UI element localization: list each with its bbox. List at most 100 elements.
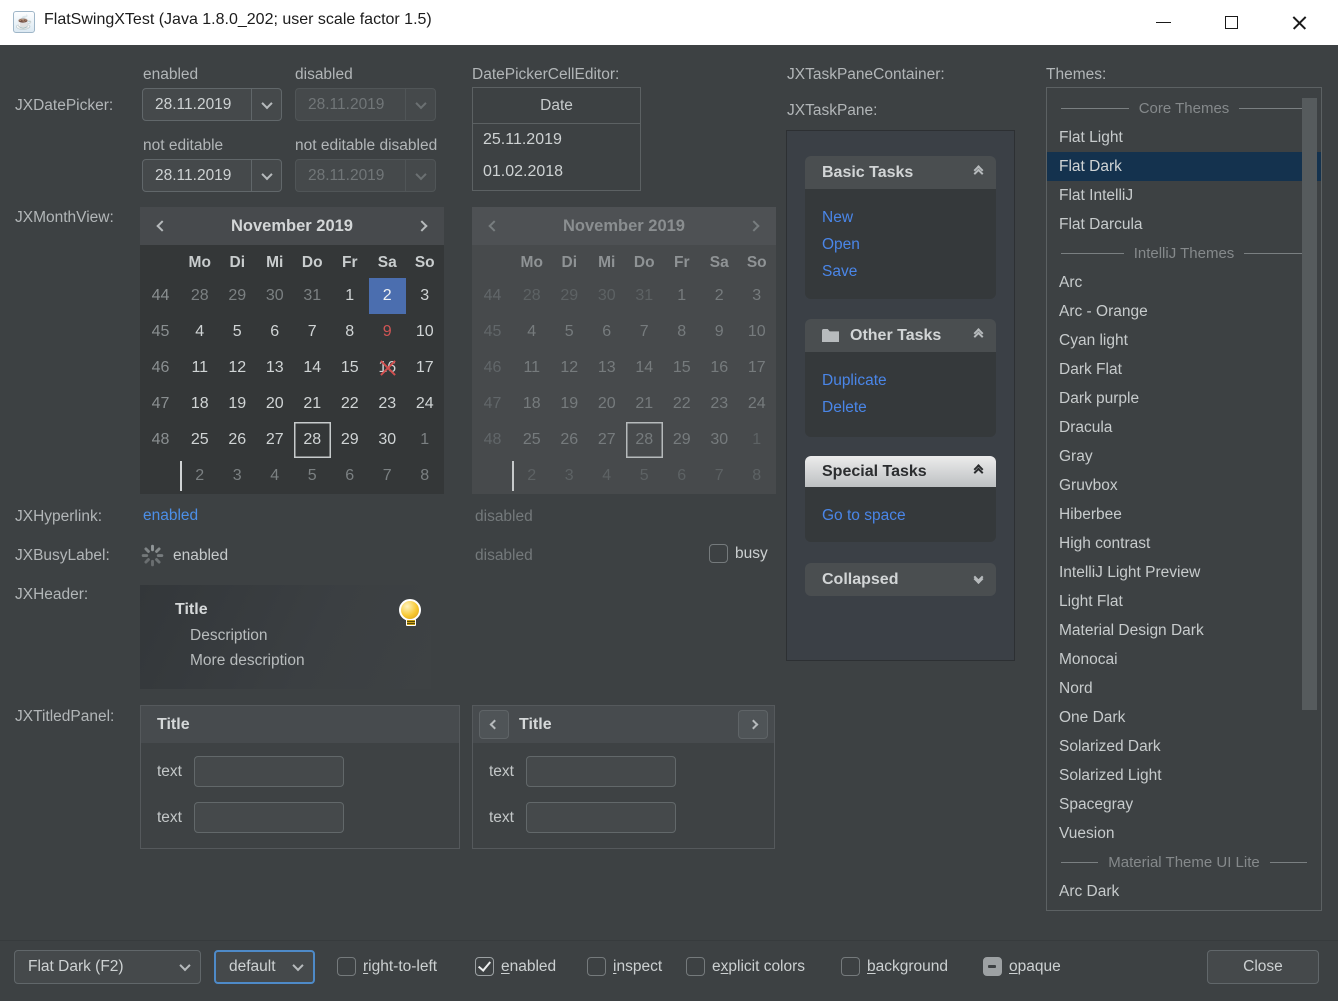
day-cell[interactable]: 28 [181, 278, 219, 314]
theme-list-item[interactable]: Dark Flat [1047, 355, 1321, 384]
day-cell[interactable]: 1 [406, 422, 444, 458]
day-cell[interactable]: 30 [701, 422, 739, 458]
theme-list-item[interactable]: High contrast [1047, 529, 1321, 558]
combobox-arrow-button[interactable] [283, 963, 313, 971]
day-cell[interactable]: 8 [406, 458, 444, 494]
day-cell[interactable]: 27 [588, 422, 626, 458]
panel-prev-button[interactable] [479, 710, 509, 739]
day-cell[interactable]: 28 [513, 278, 551, 314]
day-cell[interactable]: 31 [294, 278, 332, 314]
theme-list-item[interactable]: Gray [1047, 442, 1321, 471]
right-to-left-checkbox[interactable]: right-to-left [337, 957, 437, 976]
theme-list-item[interactable]: Arc Dark Contrast [1047, 906, 1321, 911]
day-cell[interactable]: 30 [588, 278, 626, 314]
taskpane-header[interactable]: Other Tasks [805, 319, 996, 352]
day-cell[interactable]: 4 [181, 314, 219, 350]
theme-list-item[interactable]: Hiberbee [1047, 500, 1321, 529]
day-cell[interactable]: 5 [219, 314, 257, 350]
day-cell[interactable]: 20 [588, 386, 626, 422]
datepicker-dropdown-button[interactable] [251, 160, 281, 191]
checkbox-box[interactable] [337, 957, 356, 976]
task-link[interactable]: Save [822, 258, 996, 285]
theme-list-item[interactable]: Cyan light [1047, 326, 1321, 355]
day-cell[interactable]: 7 [294, 314, 332, 350]
day-cell[interactable]: 7 [626, 314, 664, 350]
day-cell[interactable]: 2 [701, 278, 739, 314]
theme-list-item[interactable]: Monocai [1047, 645, 1321, 674]
day-cell[interactable]: 29 [551, 278, 589, 314]
day-cell[interactable]: 3 [551, 458, 589, 494]
day-cell[interactable]: 21 [294, 386, 332, 422]
checkbox-box[interactable] [841, 957, 860, 976]
taskpane-header[interactable]: Collapsed [805, 563, 996, 596]
day-cell[interactable]: 3 [406, 278, 444, 314]
day-cell[interactable]: 25 [513, 422, 551, 458]
day-cell[interactable]: 29 [663, 422, 701, 458]
theme-list-item[interactable]: Nord [1047, 674, 1321, 703]
scrollbar-thumb[interactable] [1302, 98, 1317, 710]
theme-list-item[interactable]: One Dark [1047, 703, 1321, 732]
day-cell[interactable]: 7 [369, 458, 407, 494]
option-combobox[interactable]: default [214, 950, 315, 984]
day-cell[interactable]: 17 [406, 350, 444, 386]
task-link[interactable]: New [822, 204, 996, 231]
enabled-checkbox[interactable]: enabled [475, 957, 556, 976]
theme-combobox[interactable]: Flat Dark (F2) [14, 950, 201, 984]
day-cell[interactable]: 3 [219, 458, 257, 494]
prev-month-button[interactable] [140, 207, 184, 245]
text-field[interactable] [526, 802, 676, 833]
day-cell[interactable]: 29 [331, 422, 369, 458]
theme-list-item[interactable]: Flat Light [1047, 123, 1321, 152]
theme-list-item[interactable]: Arc [1047, 268, 1321, 297]
day-cell[interactable]: 2 [369, 278, 407, 314]
day-cell[interactable]: 26 [551, 422, 589, 458]
day-cell[interactable]: 6 [256, 314, 294, 350]
datepicker-dropdown-button[interactable] [251, 89, 281, 120]
day-cell[interactable]: 17 [738, 350, 776, 386]
checkbox-box[interactable] [475, 957, 494, 976]
day-cell[interactable]: 6 [663, 458, 701, 494]
day-cell[interactable]: 20 [256, 386, 294, 422]
theme-list-item[interactable]: IntelliJ Light Preview [1047, 558, 1321, 587]
day-cell[interactable]: 8 [663, 314, 701, 350]
combobox-arrow-button[interactable] [170, 963, 200, 971]
day-cell[interactable]: 10 [406, 314, 444, 350]
day-cell[interactable]: 10 [738, 314, 776, 350]
day-cell[interactable]: 14 [626, 350, 664, 386]
day-cell[interactable]: 21 [626, 386, 664, 422]
text-field[interactable] [526, 756, 676, 787]
table-row[interactable]: 25.11.2019 [473, 124, 640, 156]
theme-list-item[interactable]: Arc Dark [1047, 877, 1321, 906]
theme-list-item[interactable]: Arc - Orange [1047, 297, 1321, 326]
scrollbar[interactable] [1299, 90, 1319, 908]
day-cell[interactable]: 8 [738, 458, 776, 494]
taskpane-header[interactable]: Basic Tasks [805, 156, 996, 189]
day-cell[interactable]: 8 [331, 314, 369, 350]
day-cell[interactable]: 26 [219, 422, 257, 458]
inspect-checkbox[interactable]: inspect [587, 957, 662, 976]
day-cell[interactable]: 30 [369, 422, 407, 458]
hyperlink-enabled[interactable]: enabled [143, 507, 198, 525]
day-cell[interactable]: 5 [294, 458, 332, 494]
close-window-button[interactable] [1276, 0, 1322, 45]
date-column-header[interactable]: Date [473, 88, 640, 124]
theme-list-item[interactable]: Dark purple [1047, 384, 1321, 413]
day-cell[interactable]: 31 [626, 278, 664, 314]
day-cell[interactable]: 4 [588, 458, 626, 494]
day-cell[interactable]: 24 [738, 386, 776, 422]
maximize-button[interactable] [1208, 0, 1254, 45]
theme-list-item[interactable]: Spacegray [1047, 790, 1321, 819]
text-field[interactable] [194, 756, 344, 787]
datepicker-enabled[interactable]: 28.11.2019 [142, 88, 282, 121]
task-link[interactable]: Go to space [822, 502, 996, 529]
day-cell[interactable]: 19 [219, 386, 257, 422]
day-cell[interactable]: 13 [588, 350, 626, 386]
day-cell[interactable]: 2 [513, 458, 551, 494]
day-cell[interactable]: 22 [663, 386, 701, 422]
day-cell[interactable]: 6 [588, 314, 626, 350]
checkbox-box[interactable] [686, 957, 705, 976]
close-button[interactable]: Close [1207, 950, 1319, 984]
day-cell[interactable]: 11 [181, 350, 219, 386]
day-cell[interactable]: 13 [256, 350, 294, 386]
theme-list-item[interactable]: Gruvbox [1047, 471, 1321, 500]
